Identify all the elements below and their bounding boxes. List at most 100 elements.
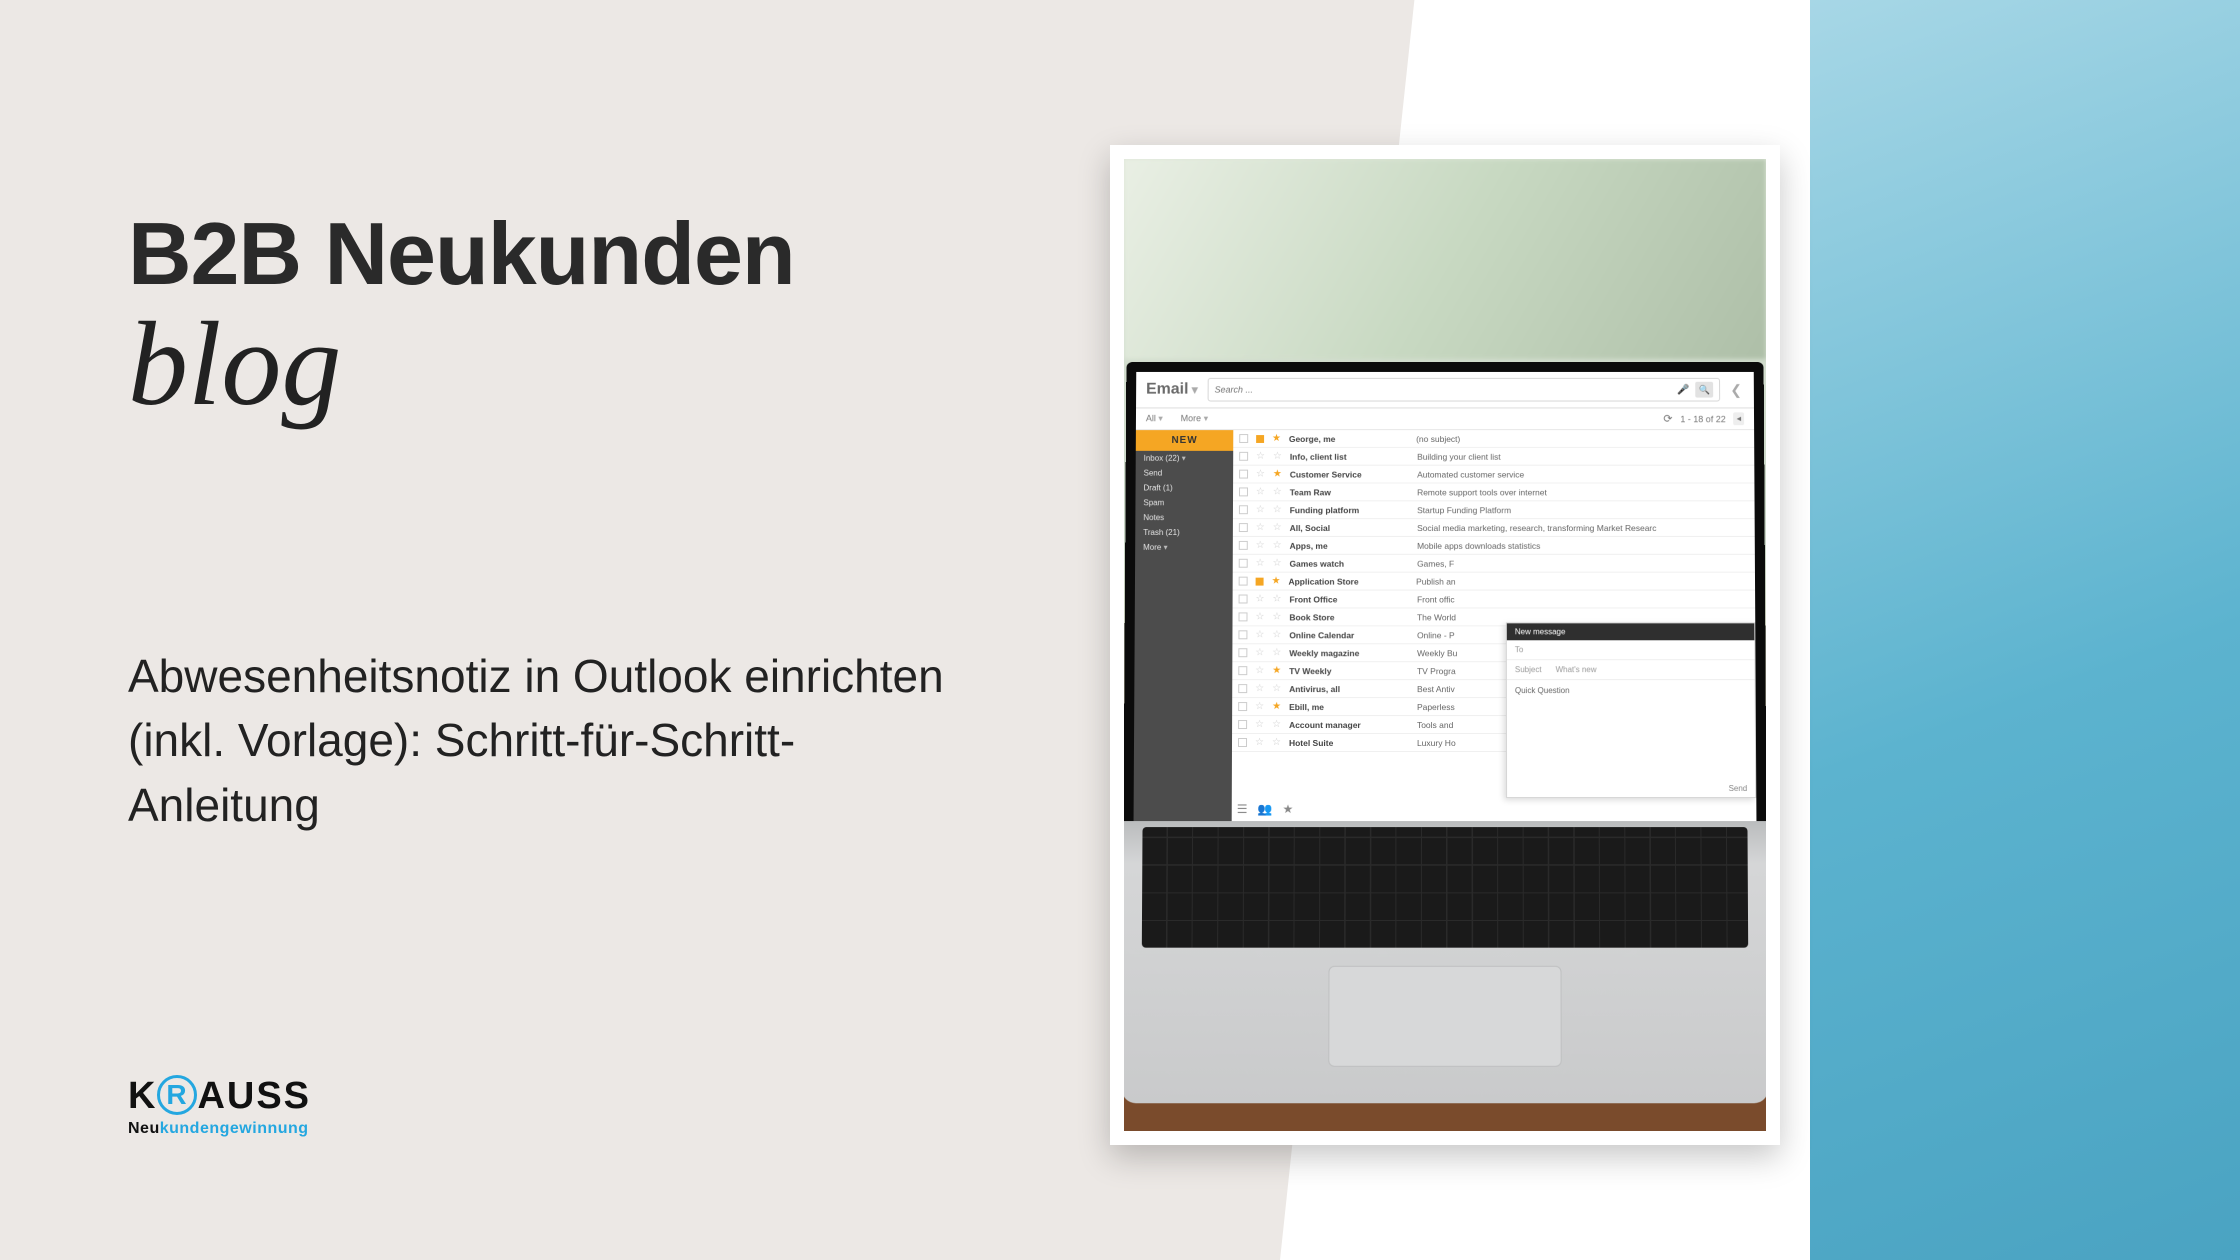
flag-empty-icon[interactable]: ☆ xyxy=(1256,558,1265,569)
flag-filled-icon[interactable] xyxy=(1256,577,1264,585)
compose-popup: New message To Subject What's new Quick … xyxy=(1506,622,1756,798)
mail-checkbox[interactable] xyxy=(1239,505,1248,514)
mail-row[interactable]: ★George, me(no subject) xyxy=(1233,430,1754,448)
pagination: ⟳ 1 - 18 of 22 ◂ xyxy=(1663,412,1744,425)
flag-empty-icon[interactable]: ☆ xyxy=(1255,611,1264,622)
mail-checkbox[interactable] xyxy=(1239,595,1248,604)
sidebar-item-draft[interactable]: Draft (1) xyxy=(1136,481,1234,496)
mail-checkbox[interactable] xyxy=(1238,738,1247,747)
mail-checkbox[interactable] xyxy=(1239,577,1248,586)
flag-empty-icon[interactable]: ☆ xyxy=(1256,540,1265,551)
flag-empty-icon[interactable]: ☆ xyxy=(1255,629,1264,640)
flag-empty-icon[interactable]: ☆ xyxy=(1255,647,1264,658)
compose-body[interactable]: Quick Question xyxy=(1507,680,1755,780)
star-empty-icon[interactable]: ☆ xyxy=(1273,504,1282,515)
star-empty-icon[interactable]: ☆ xyxy=(1273,486,1282,497)
mail-checkbox[interactable] xyxy=(1238,612,1247,621)
mail-row[interactable]: ☆☆All, SocialSocial media marketing, res… xyxy=(1233,519,1755,537)
flag-empty-icon[interactable]: ☆ xyxy=(1256,451,1265,462)
sidebar-item-send[interactable]: Send xyxy=(1136,466,1234,481)
compose-to-field[interactable]: To xyxy=(1507,640,1755,660)
mail-checkbox[interactable] xyxy=(1239,434,1248,443)
sidebar-item-inbox[interactable]: Inbox (22) xyxy=(1136,451,1234,466)
mail-checkbox[interactable] xyxy=(1239,541,1248,550)
mail-checkbox[interactable] xyxy=(1239,470,1248,479)
star-icon[interactable]: ★ xyxy=(1282,802,1293,816)
flag-empty-icon[interactable]: ☆ xyxy=(1256,486,1265,497)
mail-checkbox[interactable] xyxy=(1239,559,1248,568)
page-prev-icon[interactable]: ◂ xyxy=(1734,412,1745,425)
bottom-icon-bar: ☰ 👥 ★ xyxy=(1234,799,1297,819)
mail-subject: Startup Funding Platform xyxy=(1417,505,1749,515)
star-empty-icon[interactable]: ☆ xyxy=(1272,647,1281,658)
compose-header[interactable]: New message xyxy=(1507,623,1755,640)
search-submit-icon[interactable]: 🔍 xyxy=(1695,382,1713,398)
star-empty-icon[interactable]: ☆ xyxy=(1272,594,1281,605)
flag-empty-icon[interactable]: ☆ xyxy=(1255,683,1264,694)
photo-frame: Email 🎤 🔍 ❮ All More xyxy=(1110,145,1780,1145)
menu-icon[interactable]: ☰ xyxy=(1237,802,1248,816)
mail-checkbox[interactable] xyxy=(1238,630,1247,639)
more-actions-dropdown[interactable]: More xyxy=(1181,413,1208,424)
mail-checkbox[interactable] xyxy=(1239,452,1248,461)
star-empty-icon[interactable]: ☆ xyxy=(1273,558,1282,569)
star-filled-icon[interactable]: ★ xyxy=(1272,665,1281,676)
mail-checkbox[interactable] xyxy=(1239,523,1248,532)
mail-sender: George, me xyxy=(1289,434,1408,444)
mail-row[interactable]: ☆☆Games watchGames, F xyxy=(1233,555,1755,573)
mail-checkbox[interactable] xyxy=(1238,720,1247,729)
mail-toolbar: All More ⟳ 1 - 18 of 22 ◂ xyxy=(1136,408,1754,430)
filter-all-dropdown[interactable]: All xyxy=(1146,413,1163,424)
flag-empty-icon[interactable]: ☆ xyxy=(1256,522,1265,533)
star-empty-icon[interactable]: ☆ xyxy=(1272,737,1281,748)
sidebar-item-spam[interactable]: Spam xyxy=(1135,495,1233,510)
sidebar-item-notes[interactable]: Notes xyxy=(1135,510,1233,525)
compose-send-button[interactable]: Send xyxy=(1507,780,1755,797)
mail-row[interactable]: ☆☆Apps, meMobile apps downloads statisti… xyxy=(1233,537,1755,555)
mail-checkbox[interactable] xyxy=(1238,684,1247,693)
mail-row[interactable]: ☆☆Front OfficeFront offic xyxy=(1233,591,1756,609)
contacts-icon[interactable]: 👥 xyxy=(1258,802,1273,816)
refresh-icon[interactable]: ⟳ xyxy=(1663,412,1672,425)
sidebar-item-more[interactable]: More xyxy=(1135,540,1233,555)
star-filled-icon[interactable]: ★ xyxy=(1272,433,1281,444)
star-empty-icon[interactable]: ☆ xyxy=(1273,522,1282,533)
photo: Email 🎤 🔍 ❮ All More xyxy=(1124,159,1766,1131)
mail-checkbox[interactable] xyxy=(1238,648,1247,657)
mail-row[interactable]: ☆★Customer ServiceAutomated customer ser… xyxy=(1233,466,1754,484)
sidebar-item-trash[interactable]: Trash (21) xyxy=(1135,525,1233,540)
flag-filled-icon[interactable] xyxy=(1256,435,1264,443)
mic-icon[interactable]: 🎤 xyxy=(1677,384,1689,395)
star-empty-icon[interactable]: ☆ xyxy=(1272,719,1281,730)
mail-sender: Customer Service xyxy=(1290,469,1409,479)
mail-row[interactable]: ★Application StorePublish an xyxy=(1233,573,1755,591)
search-input[interactable] xyxy=(1215,385,1672,395)
mail-checkbox[interactable] xyxy=(1238,666,1247,675)
mail-checkbox[interactable] xyxy=(1239,487,1248,496)
compose-subject-field[interactable]: Subject What's new xyxy=(1507,660,1755,680)
compose-new-button[interactable]: NEW xyxy=(1136,430,1234,451)
flag-empty-icon[interactable]: ☆ xyxy=(1255,701,1264,712)
mail-sender: Games watch xyxy=(1289,558,1409,568)
star-empty-icon[interactable]: ☆ xyxy=(1272,611,1281,622)
star-filled-icon[interactable]: ★ xyxy=(1272,576,1281,587)
mail-checkbox[interactable] xyxy=(1238,702,1247,711)
flag-empty-icon[interactable]: ☆ xyxy=(1255,737,1264,748)
flag-empty-icon[interactable]: ☆ xyxy=(1255,665,1264,676)
star-empty-icon[interactable]: ☆ xyxy=(1272,683,1281,694)
chevron-left-icon[interactable]: ❮ xyxy=(1730,381,1744,398)
star-empty-icon[interactable]: ☆ xyxy=(1273,451,1282,462)
flag-empty-icon[interactable]: ☆ xyxy=(1256,469,1265,480)
flag-empty-icon[interactable]: ☆ xyxy=(1256,594,1265,605)
search-bar[interactable]: 🎤 🔍 xyxy=(1208,378,1721,402)
mail-row[interactable]: ☆☆Funding platformStartup Funding Platfo… xyxy=(1233,501,1755,519)
flag-empty-icon[interactable]: ☆ xyxy=(1255,719,1264,730)
star-filled-icon[interactable]: ★ xyxy=(1273,469,1282,480)
mail-row[interactable]: ☆☆Team RawRemote support tools over inte… xyxy=(1233,483,1755,501)
star-empty-icon[interactable]: ☆ xyxy=(1273,540,1282,551)
star-filled-icon[interactable]: ★ xyxy=(1272,701,1281,712)
mail-row[interactable]: ☆☆Info, client listBuilding your client … xyxy=(1233,448,1754,466)
app-title-dropdown[interactable]: Email xyxy=(1146,381,1198,399)
star-empty-icon[interactable]: ☆ xyxy=(1272,629,1281,640)
flag-empty-icon[interactable]: ☆ xyxy=(1256,504,1265,515)
